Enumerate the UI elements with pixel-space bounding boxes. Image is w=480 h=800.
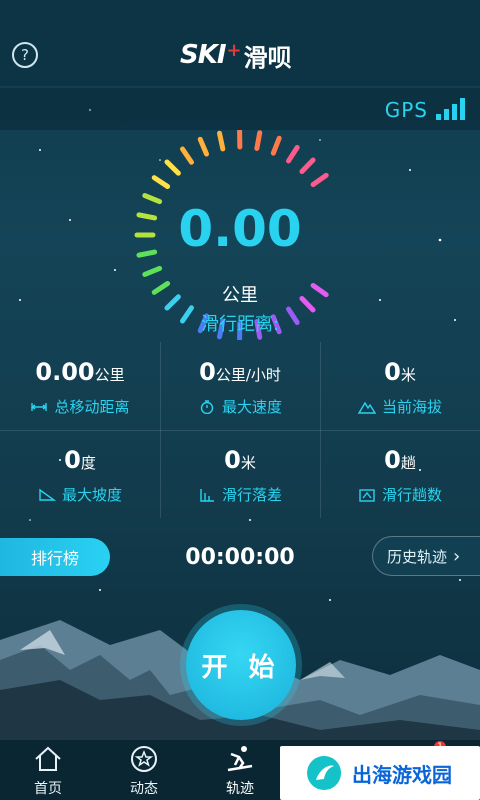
tab-tracks[interactable]: 轨迹 xyxy=(192,740,288,800)
home-icon xyxy=(35,746,61,771)
altitude-icon xyxy=(357,400,377,414)
skier-icon xyxy=(227,746,253,772)
drop-icon xyxy=(198,488,216,502)
distance-unit: 公里 xyxy=(222,285,258,306)
gauge-tick xyxy=(254,130,263,151)
logo-cn-text: 滑呗 xyxy=(243,43,292,72)
watermark-text: 出海游戏园 xyxy=(352,762,452,787)
distance-icon xyxy=(30,400,48,414)
stats-grid: 0.00公里 总移动距离 0公里/小时 最大速度 0米 当前海拔 0度 最大坡度… xyxy=(0,342,480,518)
slope-icon xyxy=(38,488,57,502)
runs-icon xyxy=(358,488,376,502)
gauge-tick xyxy=(142,265,163,277)
help-icon[interactable]: ? xyxy=(12,42,38,68)
logo-ski-text: SKI xyxy=(180,40,227,70)
gauge-tick xyxy=(270,135,282,156)
chevron-right-icon: › xyxy=(453,545,461,567)
gps-label: GPS xyxy=(384,98,428,122)
tab-feed[interactable]: 动态 xyxy=(96,740,192,800)
app-logo: SKI + 滑呗 xyxy=(180,38,310,72)
stat-run-count: 0趟 滑行趟数 xyxy=(320,430,480,518)
history-label: 历史轨迹 xyxy=(387,547,448,566)
history-tracks-button[interactable]: 历史轨迹 › xyxy=(372,536,480,576)
stat-max-speed: 0公里/小时 最大速度 xyxy=(198,358,282,416)
stopwatch-icon xyxy=(198,400,216,415)
star-feed-icon xyxy=(131,746,157,772)
gauge-tick xyxy=(286,144,300,164)
watermark: 出海游戏园 xyxy=(280,746,480,800)
tab-tracks-label: 轨迹 xyxy=(226,781,254,797)
gauge-tick xyxy=(217,130,226,152)
gauge-tick xyxy=(179,146,194,165)
stat-vertical-drop: 0米 滑行落差 xyxy=(160,430,320,518)
tab-feed-label: 动态 xyxy=(130,781,158,797)
distance-value: 0.00 xyxy=(178,200,302,258)
gauge-tick xyxy=(299,157,316,175)
stat-altitude: 0米 当前海拔 xyxy=(320,342,480,430)
gauge-tick xyxy=(164,159,181,176)
stat-total-distance: 0.00公里 总移动距离 xyxy=(0,342,160,430)
logo-plus: + xyxy=(226,39,242,61)
gauge-tick xyxy=(151,175,171,189)
leaderboard-button[interactable]: 排行榜 xyxy=(0,538,110,576)
tab-home[interactable]: 首页 xyxy=(0,740,96,800)
session-timer: 00:00:00 xyxy=(185,545,295,570)
signal-bars-icon xyxy=(436,98,466,120)
gauge-tick xyxy=(197,136,210,157)
gauge-tick xyxy=(310,172,329,188)
tab-home-label: 首页 xyxy=(34,781,62,797)
start-button[interactable]: 开 始 xyxy=(186,610,296,720)
stat-max-slope: 0度 最大坡度 xyxy=(0,430,160,518)
distance-label: 滑行距离: xyxy=(200,314,280,335)
watermark-logo-icon xyxy=(307,756,342,790)
